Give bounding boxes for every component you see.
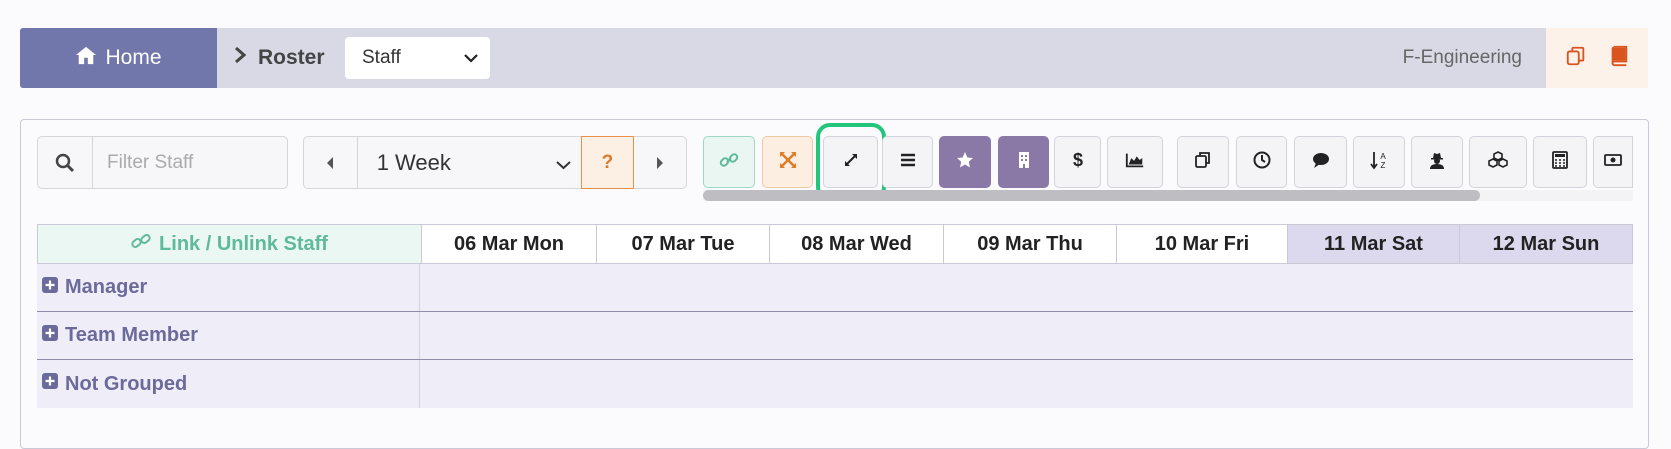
caret-right-icon bbox=[657, 156, 664, 169]
period-navigator: 1 Week ? bbox=[303, 136, 687, 189]
caret-left-icon bbox=[327, 156, 334, 169]
link-icon bbox=[131, 232, 151, 256]
calculator-icon bbox=[1550, 150, 1570, 175]
shuffle-icon bbox=[778, 150, 798, 175]
favorites-button[interactable] bbox=[939, 136, 991, 188]
group-row-manager: Manager bbox=[37, 264, 1633, 312]
area-chart-icon bbox=[1125, 150, 1145, 175]
history-button[interactable] bbox=[1236, 136, 1287, 188]
group-cells bbox=[420, 264, 1633, 311]
group-row-not-grouped: Not Grouped bbox=[37, 360, 1633, 408]
plus-square-icon bbox=[41, 324, 59, 348]
day-header: 10 Mar Fri bbox=[1116, 225, 1287, 263]
user-secret-icon bbox=[1427, 150, 1447, 175]
svg-text:$: $ bbox=[1072, 150, 1082, 170]
roster-grid: Link / Unlink Staff 06 Mar Mon 07 Mar Tu… bbox=[37, 224, 1633, 408]
group-toggle[interactable]: Team Member bbox=[37, 312, 420, 359]
plus-square-icon bbox=[41, 372, 59, 396]
view-select[interactable]: Staff bbox=[345, 37, 490, 79]
search-icon[interactable] bbox=[38, 137, 93, 188]
link-unlink-staff-label: Link / Unlink Staff bbox=[159, 232, 328, 255]
help-button[interactable]: ? bbox=[580, 136, 635, 189]
breadcrumb-roster: Roster bbox=[258, 46, 325, 69]
comments-icon bbox=[1311, 150, 1331, 175]
money-icon bbox=[1603, 150, 1623, 175]
cubes-icon bbox=[1488, 150, 1508, 175]
payroll-button[interactable] bbox=[1593, 136, 1633, 188]
group-cells bbox=[420, 360, 1633, 408]
svg-text:A: A bbox=[1380, 152, 1386, 161]
menu-icon bbox=[898, 150, 918, 175]
chevron-down-icon bbox=[464, 47, 478, 69]
group-name: Not Grouped bbox=[65, 372, 188, 395]
day-header: 11 Mar Sat bbox=[1287, 225, 1459, 263]
group-cells bbox=[420, 312, 1633, 359]
shuffle-button[interactable] bbox=[762, 136, 813, 188]
group-toggle[interactable]: Not Grouped bbox=[37, 360, 420, 408]
toolbar-scrollbar-thumb[interactable] bbox=[703, 190, 1480, 201]
filter-staff-group bbox=[37, 136, 288, 189]
copy-icon bbox=[1193, 150, 1213, 175]
home-button[interactable]: Home bbox=[20, 28, 217, 88]
department-label: F-Engineering bbox=[1402, 47, 1522, 68]
chart-button[interactable] bbox=[1107, 136, 1163, 188]
svg-text:Z: Z bbox=[1381, 161, 1386, 170]
view-select-value: Staff bbox=[362, 47, 401, 68]
home-icon bbox=[75, 45, 97, 71]
day-header: 12 Mar Sun bbox=[1459, 225, 1632, 263]
top-navbar: Home Roster Staff F-Engineering bbox=[20, 28, 1648, 88]
period-select[interactable]: 1 Week bbox=[358, 137, 581, 188]
sort-alpha-icon: AZ bbox=[1369, 150, 1389, 175]
clock-icon bbox=[1252, 150, 1272, 175]
day-header: 09 Mar Thu bbox=[943, 225, 1116, 263]
dollar-icon: $ bbox=[1068, 150, 1088, 175]
copy-icon[interactable] bbox=[1565, 45, 1587, 72]
grid-header-row: Link / Unlink Staff 06 Mar Mon 07 Mar Tu… bbox=[37, 224, 1633, 264]
calculator-button[interactable] bbox=[1533, 136, 1587, 188]
day-header: 06 Mar Mon bbox=[421, 225, 596, 263]
list-view-button[interactable] bbox=[882, 136, 933, 188]
filter-staff-input[interactable] bbox=[93, 137, 283, 188]
building-button[interactable] bbox=[998, 136, 1049, 188]
star-icon bbox=[955, 150, 975, 175]
next-period-button[interactable] bbox=[634, 137, 686, 188]
day-header: 07 Mar Tue bbox=[596, 225, 769, 263]
building-icon bbox=[1014, 150, 1034, 175]
chevron-right-icon bbox=[234, 46, 247, 70]
sort-button[interactable]: AZ bbox=[1353, 136, 1405, 188]
copy-roster-button[interactable] bbox=[1177, 136, 1229, 188]
book-icon[interactable] bbox=[1608, 45, 1630, 72]
comments-button[interactable] bbox=[1294, 136, 1347, 188]
incognito-button[interactable] bbox=[1411, 136, 1463, 188]
group-toggle[interactable]: Manager bbox=[37, 264, 420, 311]
period-select-value: 1 Week bbox=[376, 149, 451, 175]
group-name: Manager bbox=[65, 276, 148, 298]
group-row-team-member: Team Member bbox=[37, 312, 1633, 360]
chevron-down-icon bbox=[555, 150, 571, 176]
link-icon bbox=[719, 150, 739, 175]
day-header: 08 Mar Wed bbox=[769, 225, 943, 263]
resources-button[interactable] bbox=[1469, 136, 1527, 188]
cost-button[interactable]: $ bbox=[1054, 136, 1101, 188]
previous-period-button[interactable] bbox=[304, 137, 358, 188]
breadcrumb: Roster bbox=[234, 28, 325, 88]
group-name: Team Member bbox=[65, 324, 199, 346]
link-staff-button[interactable] bbox=[703, 136, 755, 188]
plus-square-icon bbox=[41, 276, 59, 300]
top-icon-group bbox=[1546, 28, 1648, 88]
link-unlink-staff-header[interactable]: Link / Unlink Staff bbox=[38, 225, 421, 263]
home-label: Home bbox=[105, 46, 162, 69]
